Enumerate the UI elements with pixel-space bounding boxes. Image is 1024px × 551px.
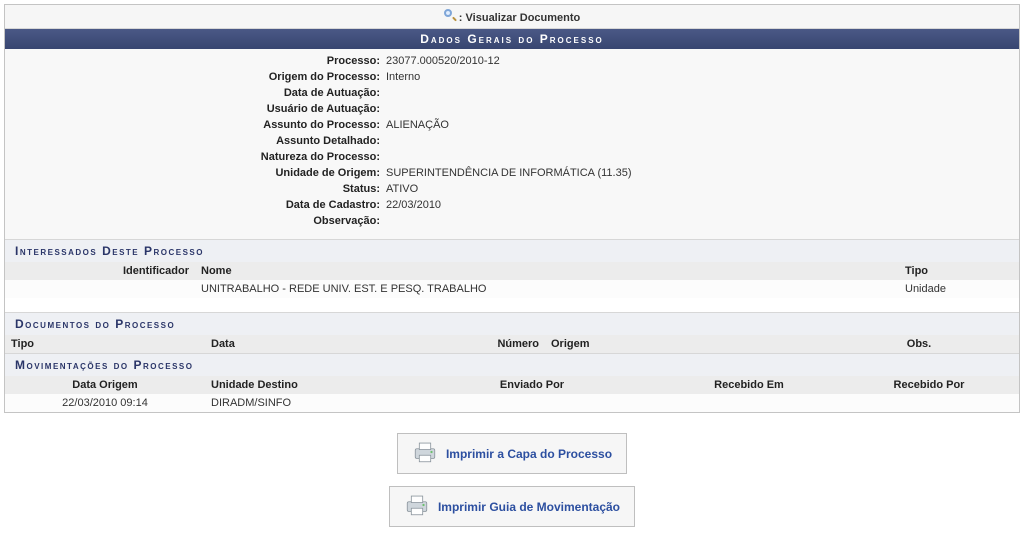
fields-block: Processo:23077.000520/2010-12 Origem do …	[5, 49, 1019, 239]
table-interessados: Identificador Nome Tipo UNITRABALHO - RE…	[5, 262, 1019, 298]
printer-icon	[412, 440, 438, 467]
value-status: ATIVO	[386, 183, 1013, 195]
label-origem-processo: Origem do Processo:	[11, 71, 386, 83]
col-mov-recebido-em: Recebido Em	[659, 376, 839, 394]
table-row: 22/03/2010 09:14 DIRADM/SINFO	[5, 394, 1019, 412]
label-unidade-origem: Unidade de Origem:	[11, 167, 386, 179]
col-doc-data: Data	[205, 335, 425, 353]
col-doc-origem: Origem	[545, 335, 819, 353]
section-documentos: Documentos do Processo	[5, 312, 1019, 335]
table-movimentacoes: Data Origem Unidade Destino Enviado Por …	[5, 376, 1019, 412]
col-identificador: Identificador	[5, 262, 195, 280]
section-movimentacoes: Movimentações do Processo	[5, 353, 1019, 376]
col-mov-unidade-destino: Unidade Destino	[205, 376, 405, 394]
col-doc-tipo: Tipo	[5, 335, 205, 353]
cell-mov-enviado-por	[405, 394, 659, 412]
page-title-bar: : Visualizar Documento	[5, 5, 1019, 29]
table-header-row: Identificador Nome Tipo	[5, 262, 1019, 280]
label-natureza-processo: Natureza do Processo:	[11, 151, 386, 163]
cell-mov-unidade-destino: DIRADM/SINFO	[205, 394, 405, 412]
value-data-cadastro: 22/03/2010	[386, 199, 1013, 211]
col-doc-numero: Número	[425, 335, 545, 353]
table-row: UNITRABALHO - REDE UNIV. EST. E PESQ. TR…	[5, 280, 1019, 298]
label-assunto-detalhado: Assunto Detalhado:	[11, 135, 386, 147]
print-capa-label: Imprimir a Capa do Processo	[446, 447, 612, 461]
label-processo: Processo:	[11, 55, 386, 67]
section-dados-gerais: Dados Gerais do Processo	[5, 29, 1019, 49]
value-processo: 23077.000520/2010-12	[386, 55, 1013, 67]
label-observacao: Observação:	[11, 215, 386, 227]
cell-nome: UNITRABALHO - REDE UNIV. EST. E PESQ. TR…	[195, 280, 899, 298]
col-mov-recebido-por: Recebido Por	[839, 376, 1019, 394]
col-nome: Nome	[195, 262, 899, 280]
label-status: Status:	[11, 183, 386, 195]
label-assunto-processo: Assunto do Processo:	[11, 119, 386, 131]
cell-mov-recebido-por	[839, 394, 1019, 412]
value-assunto-processo: ALIENAÇÃO	[386, 119, 1013, 131]
search-icon	[444, 9, 456, 21]
cell-identificador	[5, 280, 195, 298]
section-interessados: Interessados Deste Processo	[5, 239, 1019, 262]
value-data-autuacao	[386, 87, 1013, 99]
col-mov-data-origem: Data Origem	[5, 376, 205, 394]
table-header-row: Tipo Data Número Origem Obs.	[5, 335, 1019, 353]
table-header-row: Data Origem Unidade Destino Enviado Por …	[5, 376, 1019, 394]
cell-tipo: Unidade	[899, 280, 1019, 298]
print-guia-button[interactable]: Imprimir Guia de Movimentação	[389, 486, 635, 527]
label-usuario-autuacao: Usuário de Autuação:	[11, 103, 386, 115]
value-origem-processo: Interno	[386, 71, 1013, 83]
print-guia-label: Imprimir Guia de Movimentação	[438, 500, 620, 514]
value-usuario-autuacao	[386, 103, 1013, 115]
label-data-autuacao: Data de Autuação:	[11, 87, 386, 99]
value-assunto-detalhado	[386, 135, 1013, 147]
col-doc-obs: Obs.	[819, 335, 1019, 353]
print-capa-button[interactable]: Imprimir a Capa do Processo	[397, 433, 627, 474]
cell-mov-data-origem: 22/03/2010 09:14	[5, 394, 205, 412]
label-data-cadastro: Data de Cadastro:	[11, 199, 386, 211]
cell-mov-recebido-em	[659, 394, 839, 412]
page-title: Visualizar Documento	[466, 12, 581, 24]
col-tipo: Tipo	[899, 262, 1019, 280]
value-natureza-processo	[386, 151, 1013, 163]
printer-icon	[404, 493, 430, 520]
table-documentos: Tipo Data Número Origem Obs.	[5, 335, 1019, 353]
value-observacao	[386, 215, 1013, 227]
value-unidade-origem: SUPERINTENDÊNCIA DE INFORMÁTICA (11.35)	[386, 167, 1013, 179]
col-mov-enviado-por: Enviado Por	[405, 376, 659, 394]
